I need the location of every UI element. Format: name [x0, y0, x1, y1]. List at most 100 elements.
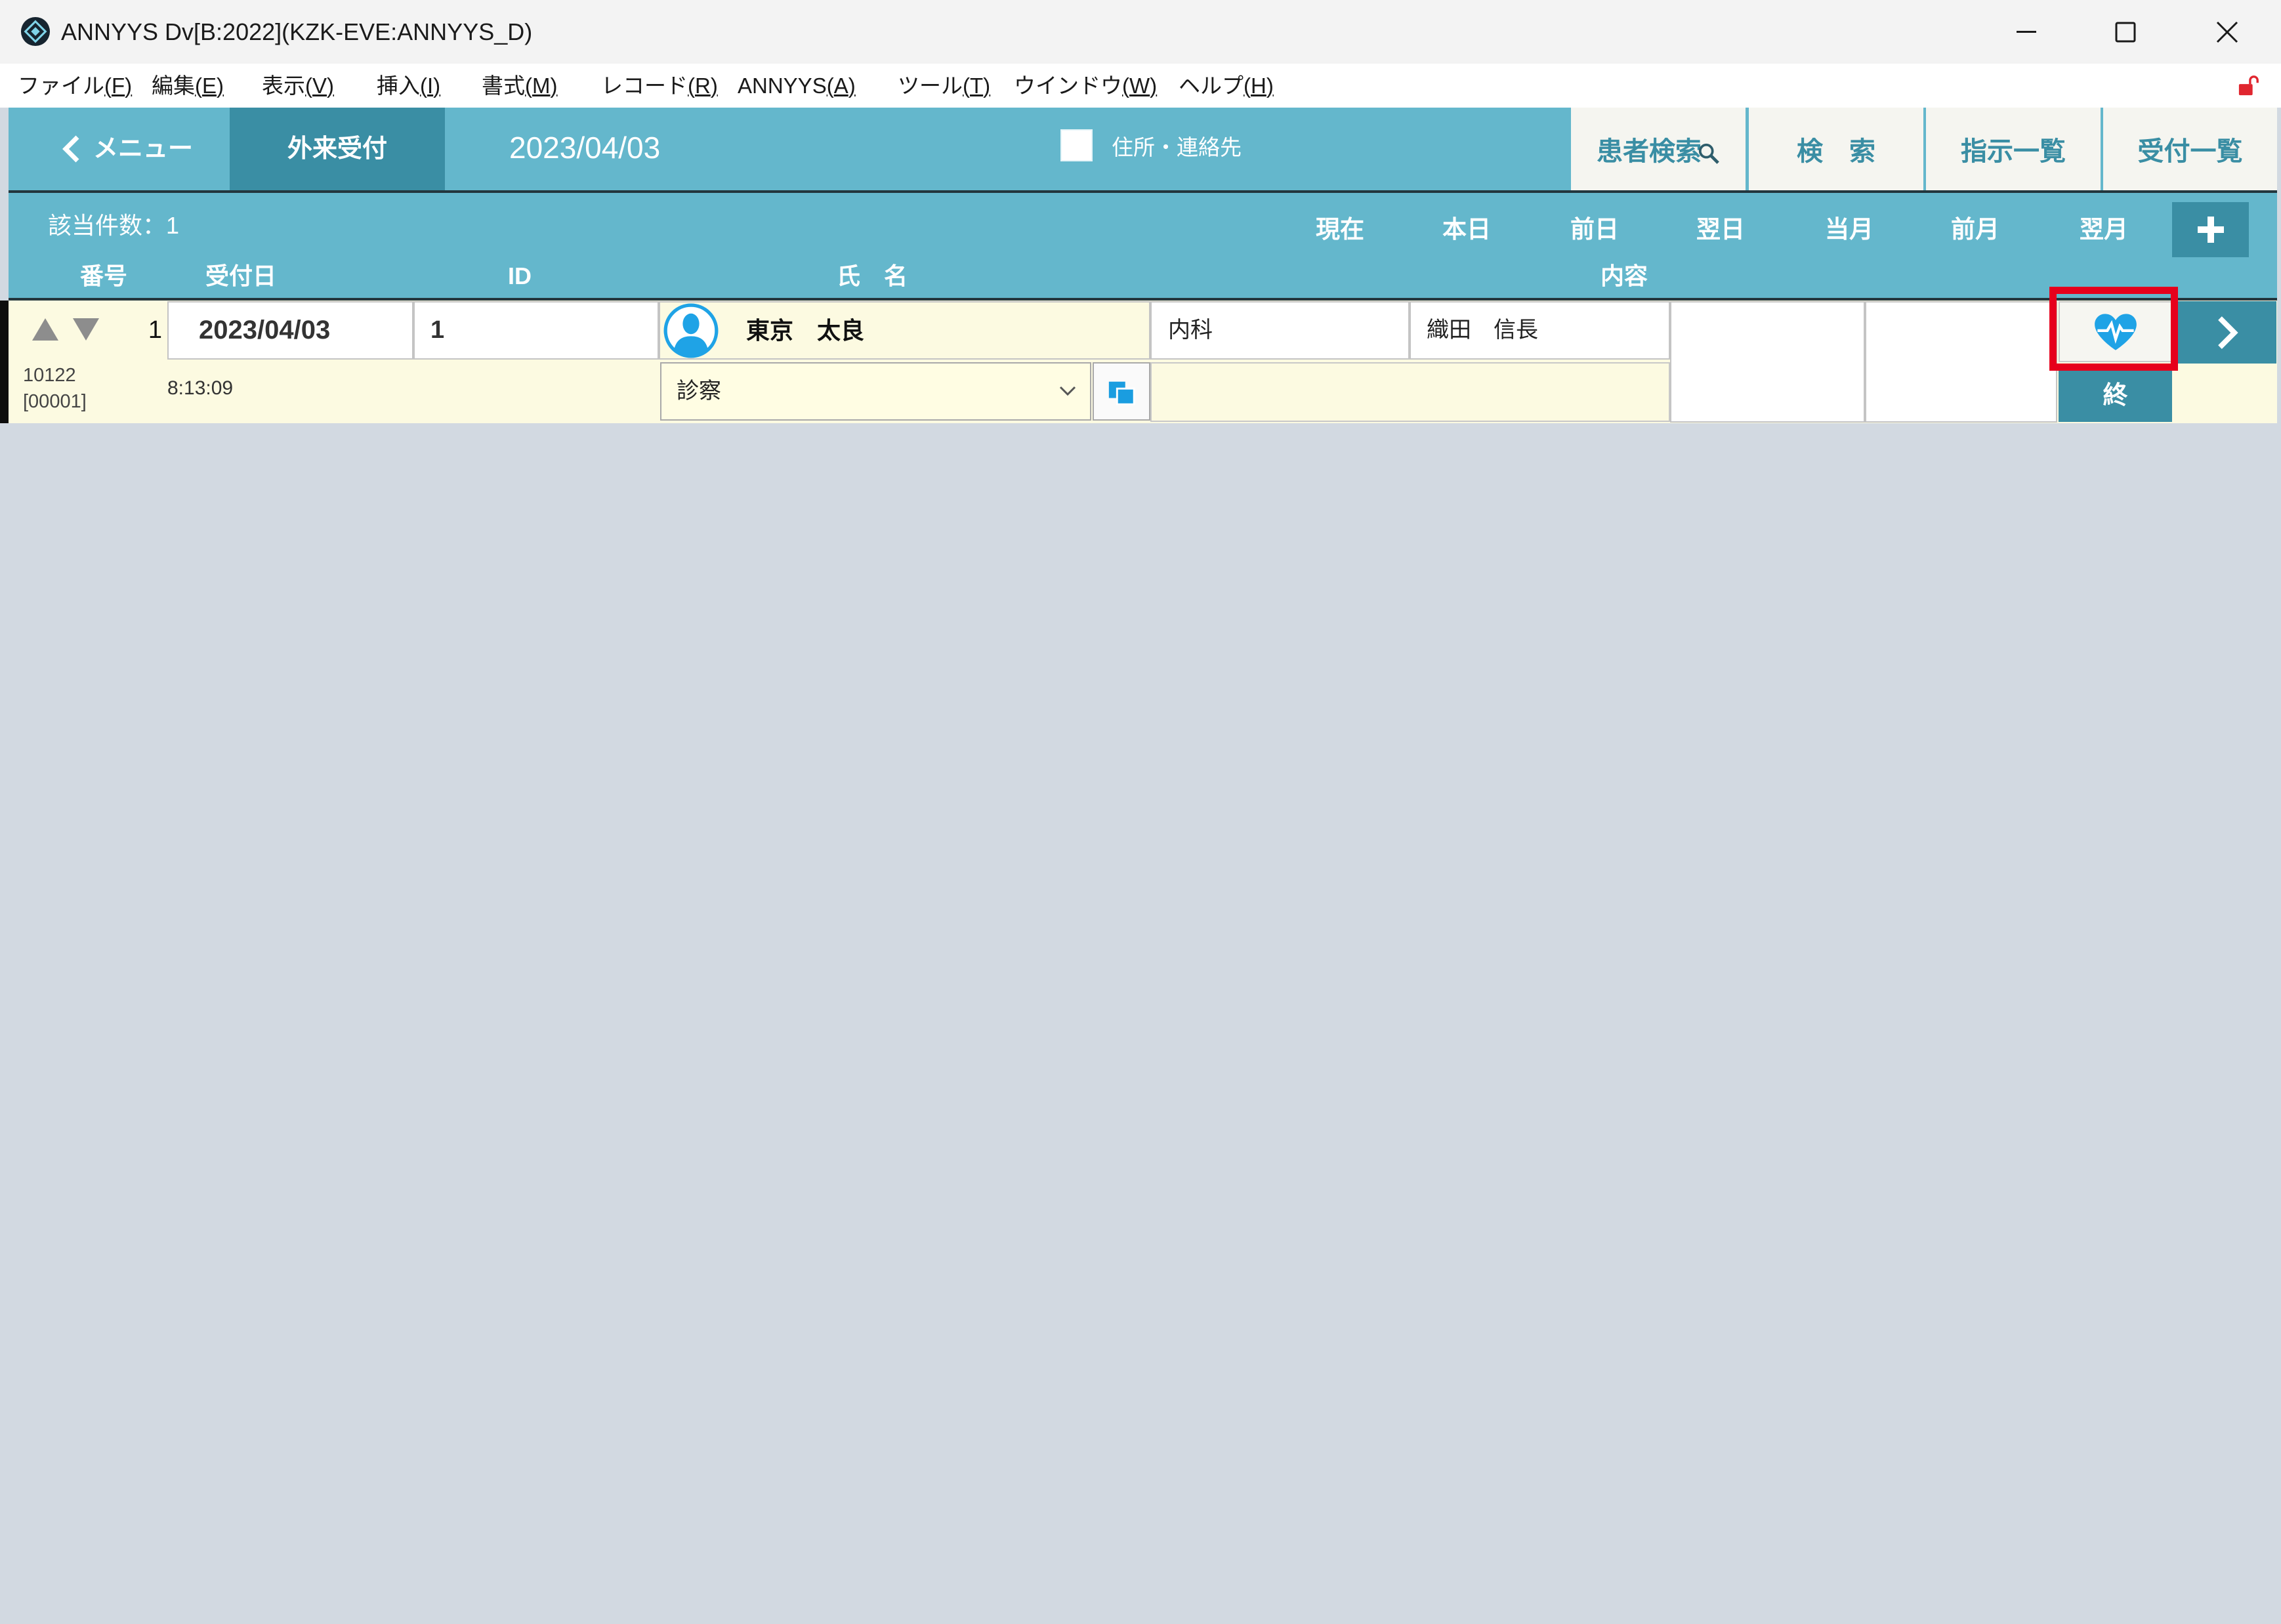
add-reception-button[interactable] — [2172, 202, 2249, 257]
menu-annyys-key: A — [827, 73, 856, 98]
patient-search-label: 患者検索 — [1597, 137, 1702, 166]
minimize-button[interactable] — [1977, 0, 2076, 64]
menu-back-label: メニュー — [93, 135, 194, 163]
period-today[interactable]: 本日 — [1417, 211, 1516, 248]
menu-tools-label: ツール — [898, 73, 963, 98]
menu-insert[interactable]: 挿入I — [377, 64, 440, 108]
department-cell[interactable]: 内科 — [1150, 301, 1410, 360]
reception-date-cell[interactable]: 2023/04/03 — [167, 301, 413, 360]
empty-cell-1[interactable] — [1670, 301, 1865, 423]
search-icon — [1698, 143, 1719, 164]
reception-time: 8:13:09 — [167, 377, 234, 399]
period-this-month[interactable]: 当月 — [1800, 211, 1898, 248]
patient-name: 東京 太良 — [746, 317, 865, 344]
close-button[interactable] — [2178, 0, 2276, 64]
column-header-date: 受付日 — [205, 262, 277, 289]
menu-view[interactable]: 表示V — [262, 64, 334, 108]
toolbar: メニュー 外来受付 2023/04/03 住所・連絡先 患者検索 検 索 指示一… — [9, 108, 2277, 190]
menu-view-label: 表示 — [262, 73, 305, 98]
menu-record-label: レコード — [601, 73, 688, 98]
menu-record[interactable]: レコードR — [601, 64, 718, 108]
status-end-button[interactable]: 終 — [2059, 369, 2172, 422]
menu-annyys-label: ANNYYS — [738, 73, 827, 98]
copy-button[interactable] — [1093, 362, 1150, 421]
reception-sub-number: [00001] — [23, 391, 87, 412]
menu-format-label: 書式 — [482, 73, 525, 98]
menu-edit-key: E — [195, 73, 224, 98]
menu-file-label: ファイル — [18, 73, 104, 98]
reception-list-button[interactable]: 受付一覧 — [2103, 108, 2277, 190]
menu-help-label: ヘルプ — [1179, 73, 1244, 98]
search-button[interactable]: 検 索 — [1749, 108, 1923, 190]
chevron-down-icon — [1059, 386, 1076, 396]
menu-insert-key: I — [420, 73, 440, 98]
visit-type-value: 診察 — [677, 379, 721, 404]
menu-file[interactable]: ファイルF — [18, 64, 132, 108]
menu-insert-label: 挿入 — [377, 73, 420, 98]
menu-window-key: W — [1122, 73, 1157, 98]
close-icon — [2216, 21, 2238, 43]
menu-back-button[interactable]: メニュー — [12, 108, 230, 190]
reception-list-label: 受付一覧 — [2137, 137, 2243, 166]
result-count: 該当件数：1 — [48, 207, 179, 244]
menu-bar: ファイルF 編集E 表示V 挿入I 書式M レコードR ANNYYSA ツールT… — [0, 64, 2281, 108]
title-bar[interactable]: ANNYYS Dv[B:2022](KZK-EVE:ANNYYS_D) — [0, 0, 2281, 64]
address-checkbox-label[interactable]: 住所・連絡先 — [1112, 108, 1242, 188]
heart-pulse-icon — [2094, 313, 2137, 350]
menu-format-key: M — [525, 73, 558, 98]
menu-window[interactable]: ウインドウW — [1014, 64, 1157, 108]
unlock-icon[interactable] — [2238, 74, 2260, 96]
period-next-month[interactable]: 翌月 — [2055, 211, 2153, 248]
patient-name-cell[interactable]: 東京 太良 — [659, 301, 1150, 360]
period-now[interactable]: 現在 — [1291, 211, 1389, 248]
maximize-button[interactable] — [2076, 0, 2175, 64]
empty-cell-2[interactable] — [1865, 301, 2057, 423]
patient-search-button[interactable]: 患者検索 — [1571, 108, 1746, 190]
menu-help-key: H — [1244, 73, 1274, 98]
current-date: 2023/04/03 — [509, 131, 661, 165]
patient-id-cell[interactable]: 1 — [413, 301, 659, 360]
menu-format[interactable]: 書式M — [482, 64, 558, 108]
tab-outpatient-reception[interactable]: 外来受付 — [230, 108, 445, 190]
content-field[interactable] — [1150, 362, 1670, 422]
user-avatar-icon — [663, 303, 719, 358]
row-selection-marker — [0, 301, 9, 423]
menu-record-key: R — [688, 73, 718, 98]
column-header-name: 氏 名 — [837, 262, 908, 289]
period-previous-month[interactable]: 前月 — [1926, 211, 2024, 248]
chevron-left-icon — [61, 134, 81, 164]
result-count-label: 該当件数： — [48, 212, 167, 239]
doctor-cell[interactable]: 織田 信長 — [1410, 301, 1670, 360]
column-header-id: ID — [508, 262, 532, 289]
menu-window-label: ウインドウ — [1014, 73, 1122, 98]
menu-help[interactable]: ヘルプH — [1179, 64, 1274, 108]
period-next-day[interactable]: 翌日 — [1671, 211, 1770, 248]
list-header: 該当件数：1 現在 本日 前日 翌日 当月 前月 翌月 番号 受付日 ID 氏 … — [9, 193, 2277, 298]
window-title: ANNYYS Dv[B:2022](KZK-EVE:ANNYYS_D) — [61, 18, 533, 45]
menu-view-key: V — [305, 73, 334, 98]
menu-edit[interactable]: 編集E — [152, 64, 224, 108]
menu-file-key: F — [104, 73, 132, 98]
plus-icon — [2197, 217, 2224, 243]
search-label: 検 索 — [1797, 137, 1875, 166]
app-logo-icon — [20, 16, 51, 47]
maximize-icon — [2115, 22, 2136, 42]
vitals-button[interactable] — [2059, 301, 2172, 362]
table-row[interactable]: 1 2023/04/03 1 東京 太良 内科 織田 信長 10122 [000… — [9, 301, 2277, 423]
address-checkbox[interactable] — [1060, 129, 1093, 161]
order-list-label: 指示一覧 — [1961, 137, 2066, 166]
column-header-content: 内容 — [1601, 262, 1648, 289]
triangle-down-icon[interactable] — [73, 318, 99, 341]
triangle-up-icon[interactable] — [32, 318, 58, 341]
period-previous-day[interactable]: 前日 — [1545, 211, 1644, 248]
menu-annyys[interactable]: ANNYYSA — [738, 64, 856, 108]
open-record-button[interactable] — [2178, 301, 2276, 364]
row-number: 1 — [148, 316, 162, 344]
chevron-right-icon — [2218, 316, 2238, 349]
order-list-button[interactable]: 指示一覧 — [1926, 108, 2101, 190]
reception-number: 10122 — [23, 365, 76, 386]
menu-tools-key: T — [963, 73, 990, 98]
visit-type-select[interactable]: 診察 — [660, 362, 1091, 421]
copy-icon — [1108, 381, 1135, 406]
menu-tools[interactable]: ツールT — [898, 64, 990, 108]
